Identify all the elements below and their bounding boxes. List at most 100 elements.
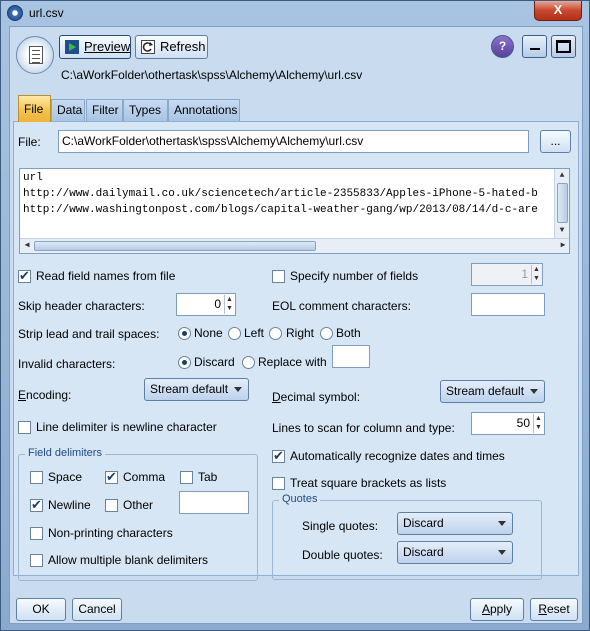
preview-line: http://www.dailymail.co.uk/sciencetech/a… xyxy=(23,188,538,200)
scroll-up-icon[interactable]: ▲ xyxy=(556,170,568,182)
scroll-right-icon[interactable]: ▶ xyxy=(557,240,569,252)
reset-button[interactable]: Reset xyxy=(530,598,578,621)
app-icon xyxy=(7,5,23,21)
specify-fields-input: 1 ▲ ▼ xyxy=(471,263,543,286)
line-delimiter-checkbox[interactable] xyxy=(18,421,31,434)
auto-dates-label: Automatically recognize dates and times xyxy=(290,449,505,463)
comma-checkbox[interactable] xyxy=(105,469,118,485)
scroll-thumb[interactable] xyxy=(557,183,568,223)
maximize-button[interactable] xyxy=(551,35,576,58)
field-delimiters-title: Field delimiters xyxy=(25,447,105,459)
spinner-arrows-icon[interactable]: ▲ ▼ xyxy=(224,295,234,314)
file-node-icon xyxy=(16,36,54,74)
preview-button[interactable]: Preview xyxy=(59,35,131,59)
invalid-discard-radio[interactable] xyxy=(178,356,191,369)
chevron-down-icon xyxy=(498,521,506,526)
tab-checkbox[interactable] xyxy=(180,471,193,484)
minimize-button[interactable] xyxy=(522,35,547,58)
chevron-down-icon xyxy=(530,389,538,394)
double-quotes-value: Discard xyxy=(403,545,444,559)
specify-fields-label: Specify number of fields xyxy=(290,269,419,283)
single-quotes-label: Single quotes: xyxy=(302,519,379,533)
space-checkbox[interactable] xyxy=(30,471,43,484)
file-preview: url http://www.dailymail.co.uk/sciencete… xyxy=(19,168,570,254)
strip-none-label: None xyxy=(194,326,223,340)
maximize-icon xyxy=(556,40,571,53)
eol-comment-label: EOL comment characters: xyxy=(272,299,411,313)
tab-file[interactable]: File xyxy=(18,95,51,122)
scroll-down-icon[interactable]: ▼ xyxy=(556,225,568,237)
node-path: C:\aWorkFolder\othertask\spss\Alchemy\Al… xyxy=(61,68,363,82)
strip-left-radio[interactable] xyxy=(228,327,241,340)
quotes-title: Quotes xyxy=(279,493,321,505)
strip-right-radio[interactable] xyxy=(269,327,282,340)
strip-spaces-label: Strip lead and trail spaces: xyxy=(18,327,160,341)
refresh-button[interactable]: Refresh xyxy=(135,35,208,59)
invalid-replace-radio[interactable] xyxy=(242,356,255,369)
preview-line: http://www.washingtonpost.com/blogs/capi… xyxy=(23,204,538,216)
tab-annotations[interactable]: Annotations xyxy=(168,99,240,121)
lines-scan-label: Lines to scan for column and type: xyxy=(272,421,455,435)
tab-types[interactable]: Types xyxy=(123,99,168,121)
read-field-names-checkbox[interactable] xyxy=(18,268,31,284)
replace-with-input[interactable] xyxy=(332,345,370,368)
skip-header-input[interactable]: 0 ▲ ▼ xyxy=(176,293,236,316)
spinner-arrows-icon[interactable]: ▲ ▼ xyxy=(533,414,543,433)
minimize-icon xyxy=(529,48,540,50)
file-path-input[interactable]: C:\aWorkFolder\othertask\spss\Alchemy\Al… xyxy=(58,130,529,153)
double-quotes-label: Double quotes: xyxy=(302,548,383,562)
read-field-names-label: Read field names from file xyxy=(36,269,176,283)
preview-vertical-scrollbar[interactable]: ▲ ▼ xyxy=(554,169,569,238)
close-button[interactable]: X xyxy=(534,1,582,21)
square-brackets-checkbox[interactable] xyxy=(272,477,285,490)
file-label: File: xyxy=(18,135,41,149)
comma-label: Comma xyxy=(123,470,166,484)
help-button[interactable]: ? xyxy=(491,35,514,58)
tab-filter[interactable]: Filter xyxy=(86,99,123,121)
multiple-blank-label: Allow multiple blank delimiters xyxy=(48,553,209,567)
cancel-button[interactable]: Cancel xyxy=(72,598,122,621)
tab-label: Tab xyxy=(198,470,218,484)
invalid-discard-label: Discard xyxy=(194,355,235,369)
multiple-blank-checkbox[interactable] xyxy=(30,554,43,567)
scroll-thumb[interactable] xyxy=(34,241,316,251)
preview-label: Preview xyxy=(84,39,131,54)
refresh-label: Refresh xyxy=(160,39,206,54)
double-quotes-dropdown[interactable]: Discard xyxy=(397,541,513,564)
skip-header-label: Skip header characters: xyxy=(18,299,145,313)
title-bar[interactable]: url.csv X xyxy=(1,1,589,25)
chevron-down-icon xyxy=(498,550,506,555)
specify-fields-value: 1 xyxy=(521,267,528,281)
single-quotes-value: Discard xyxy=(403,516,444,530)
strip-both-radio[interactable] xyxy=(320,327,333,340)
window: url.csv X Preview Refresh C:\aWorkFolder… xyxy=(0,0,590,631)
specify-fields-checkbox[interactable] xyxy=(272,270,285,283)
eol-comment-input[interactable] xyxy=(471,293,545,316)
encoding-dropdown[interactable]: Stream default xyxy=(144,378,249,401)
nonprinting-checkbox[interactable] xyxy=(30,527,43,540)
browse-button[interactable]: ... xyxy=(540,130,571,153)
skip-header-value: 0 xyxy=(214,297,221,311)
other-delimiter-input[interactable] xyxy=(179,491,249,514)
ok-button[interactable]: OK xyxy=(16,598,66,621)
encoding-label: Encoding: xyxy=(18,388,72,402)
line-delimiter-label: Line delimiter is newline character xyxy=(36,420,217,434)
newline-checkbox[interactable] xyxy=(30,497,43,513)
preview-horizontal-scrollbar[interactable]: ◀ ▶ xyxy=(20,238,569,253)
decimal-symbol-value: Stream default xyxy=(446,384,525,398)
tab-data[interactable]: Data xyxy=(51,99,85,121)
strip-none-radio[interactable] xyxy=(178,327,191,340)
decimal-symbol-dropdown[interactable]: Stream default xyxy=(440,380,545,403)
scroll-left-icon[interactable]: ◀ xyxy=(21,240,33,252)
other-checkbox[interactable] xyxy=(105,499,118,512)
apply-button[interactable]: Apply xyxy=(470,598,524,621)
single-quotes-dropdown[interactable]: Discard xyxy=(397,512,513,535)
spinner-arrows-icon: ▲ ▼ xyxy=(531,265,541,284)
lines-scan-input[interactable]: 50 ▲ ▼ xyxy=(471,412,545,435)
auto-dates-checkbox[interactable] xyxy=(272,448,285,464)
nonprinting-label: Non-printing characters xyxy=(48,526,173,540)
strip-both-label: Both xyxy=(336,326,361,340)
newline-label: Newline xyxy=(48,498,91,512)
strip-left-label: Left xyxy=(244,326,265,340)
window-title: url.csv xyxy=(29,6,64,20)
